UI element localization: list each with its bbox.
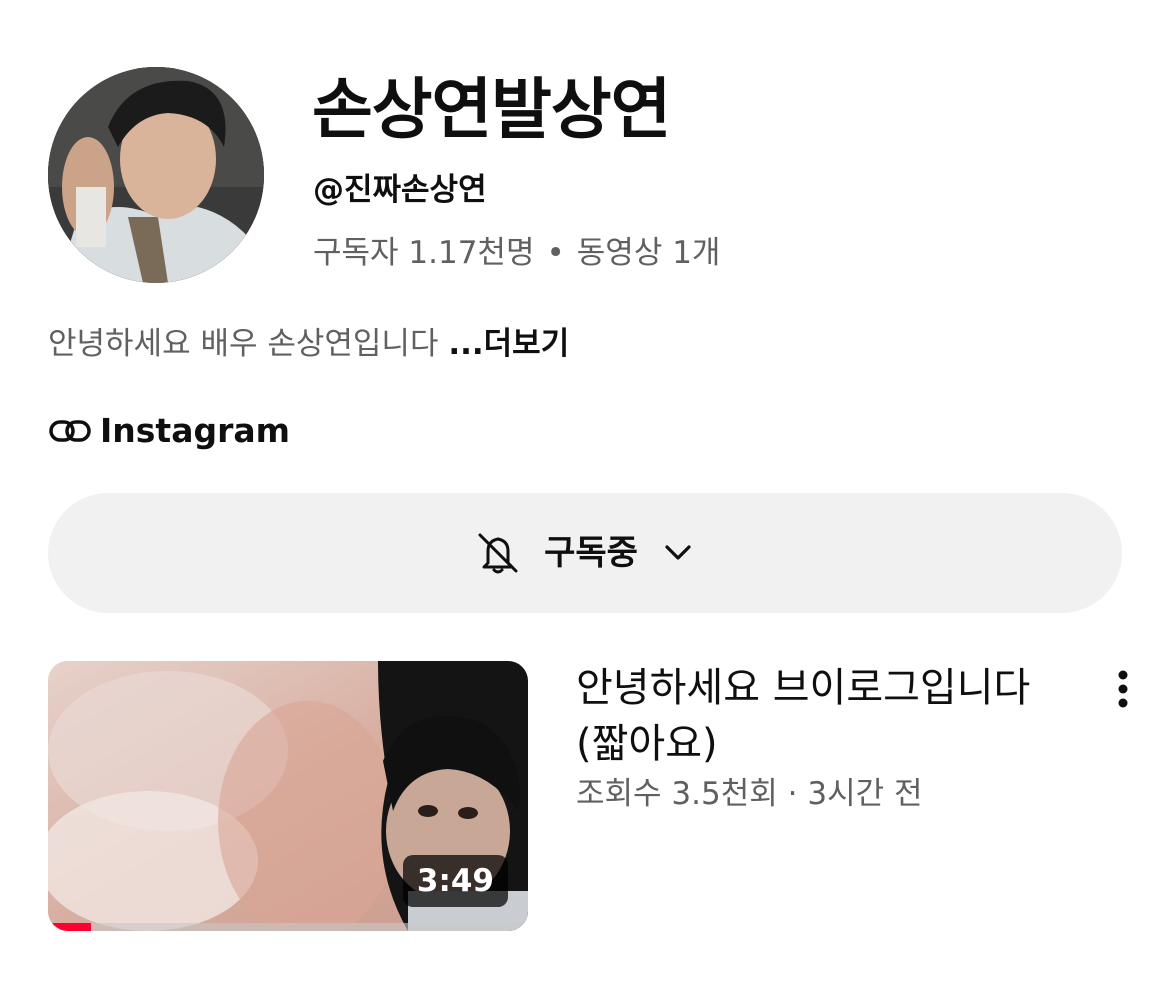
watch-progress-fill bbox=[48, 923, 92, 931]
channel-avatar[interactable] bbox=[48, 67, 264, 283]
video-meta-separator: · bbox=[787, 776, 798, 812]
instagram-link-label: Instagram bbox=[100, 411, 291, 450]
video-title[interactable]: 안녕하세요 브이로그입니다 (짧아요) bbox=[576, 660, 1064, 772]
channel-handle: @진짜손상연 bbox=[313, 172, 487, 208]
channel-name: 손상연발상연 bbox=[312, 71, 671, 148]
channel-description[interactable]: 안녕하세요 배우 손상연입니다 ...더보기 bbox=[48, 322, 569, 366]
more-button[interactable]: ...더보기 bbox=[448, 326, 569, 362]
more-vert-icon bbox=[1118, 670, 1128, 708]
video-thumbnail[interactable]: 3:49 bbox=[48, 661, 528, 931]
avatar-image bbox=[48, 67, 264, 283]
bell-off-icon bbox=[478, 533, 518, 574]
channel-stats: 구독자 1.17천명 • 동영상 1개 bbox=[313, 231, 720, 275]
subscribed-button[interactable]: 구독중 bbox=[48, 493, 1122, 613]
video-age: 3시간 전 bbox=[807, 776, 923, 812]
description-text: 안녕하세요 배우 손상연입니다 bbox=[48, 326, 439, 362]
stats-separator: • bbox=[546, 235, 565, 271]
watch-progress-track bbox=[48, 923, 528, 931]
link-icon bbox=[49, 420, 91, 442]
video-meta: 조회수 3.5천회 · 3시간 전 bbox=[576, 772, 922, 816]
subscribed-label: 구독중 bbox=[544, 533, 638, 573]
instagram-link[interactable]: Instagram bbox=[48, 409, 290, 453]
channel-page: 손상연발상연 @진짜손상연 구독자 1.17천명 • 동영상 1개 안녕하세요 배우… bbox=[0, 0, 1170, 1005]
chevron-down-icon bbox=[665, 545, 691, 560]
video-count: 동영상 1개 bbox=[576, 235, 721, 271]
video-menu-button[interactable] bbox=[1104, 664, 1142, 714]
video-views: 조회수 3.5천회 bbox=[576, 776, 778, 812]
subscriber-count: 구독자 1.17천명 bbox=[313, 235, 535, 271]
video-duration: 3:49 bbox=[402, 855, 508, 907]
